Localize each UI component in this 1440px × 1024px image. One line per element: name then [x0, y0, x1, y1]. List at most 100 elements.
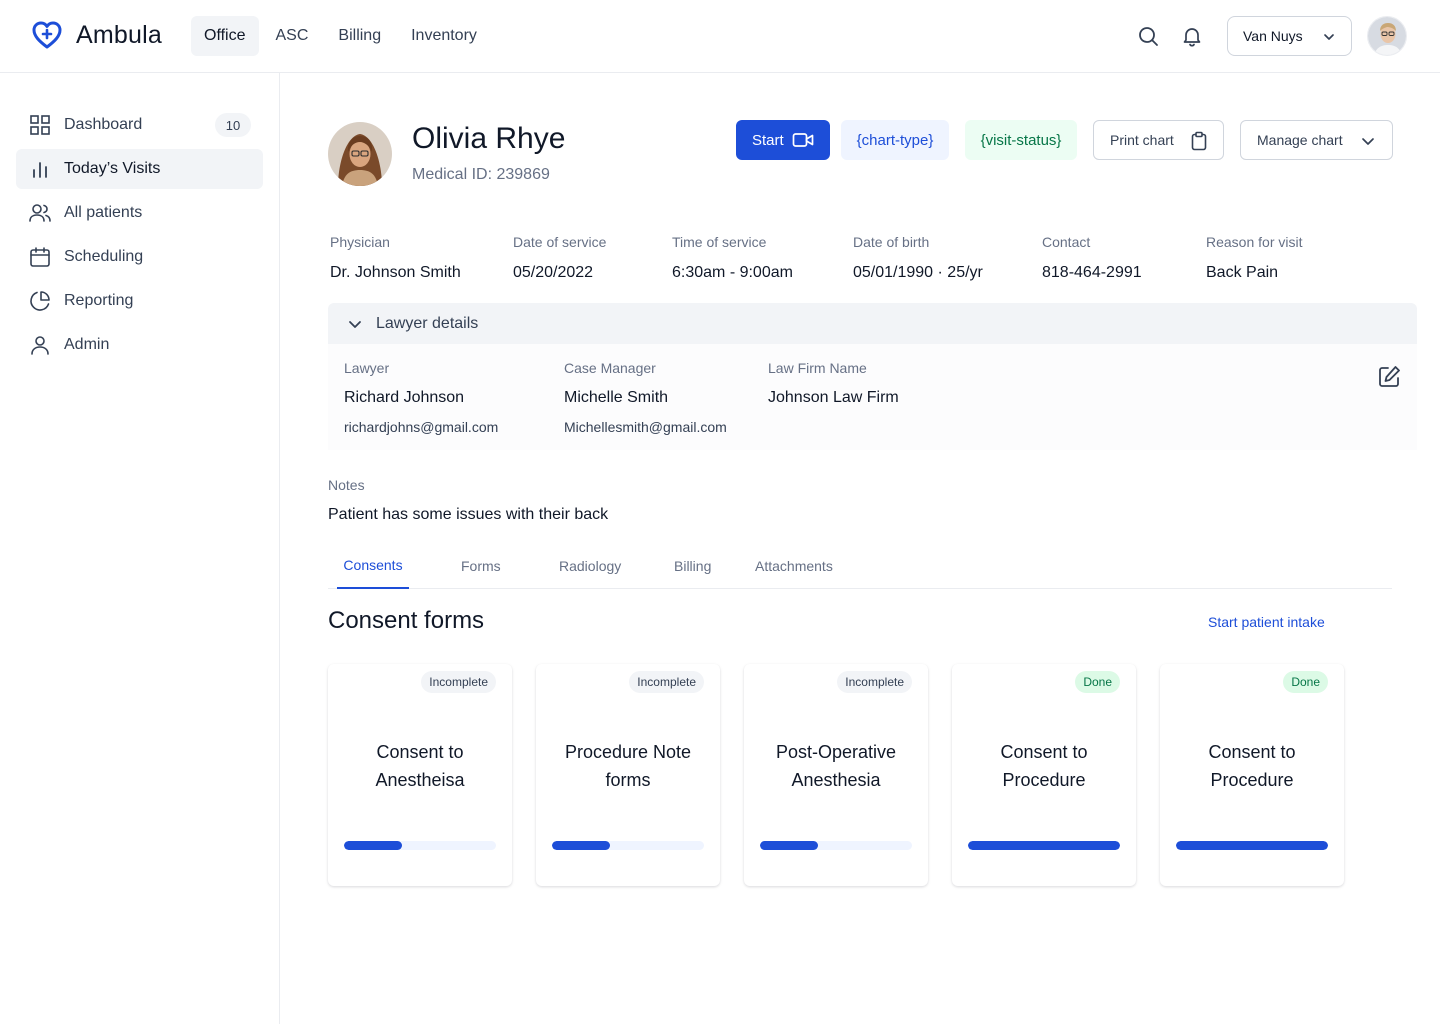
chevron-down-icon — [1324, 34, 1334, 40]
lawyer-details-panel: Lawyer Richard Johnson richardjohns@gmai… — [328, 344, 1417, 450]
info-label: Reason for visit — [1206, 234, 1303, 250]
print-chart-label: Print chart — [1110, 132, 1174, 148]
info-label: Date of birth — [853, 234, 930, 250]
sidebar-item-label: Today’s Visits — [64, 160, 161, 177]
sidebar-item-label: Reporting — [64, 292, 134, 309]
sidebar-item-todays-visits[interactable]: Today’s Visits — [16, 149, 263, 189]
lawyer-label: Lawyer — [344, 360, 390, 376]
tab-forms[interactable]: Forms — [461, 542, 501, 589]
chart-type-pill[interactable]: {chart-type} — [841, 120, 949, 160]
notes-value: Patient has some issues with their back — [328, 506, 609, 523]
progress-fill — [760, 841, 818, 850]
info-label: Date of service — [513, 234, 607, 250]
search-icon[interactable] — [1136, 24, 1160, 48]
status-badge: Incomplete — [837, 671, 912, 693]
status-badge: Done — [1283, 671, 1328, 693]
progress-fill — [552, 841, 610, 850]
sidebar-item-dashboard[interactable]: Dashboard 10 — [16, 105, 263, 145]
manage-chart-dropdown[interactable]: Manage chart — [1240, 120, 1393, 160]
edit-icon[interactable] — [1376, 364, 1402, 390]
status-badge: Done — [1075, 671, 1120, 693]
case-manager-email: Michellesmith@gmail.com — [564, 419, 727, 435]
law-firm-label: Law Firm Name — [768, 360, 867, 376]
case-manager-name: Michelle Smith — [564, 389, 669, 406]
progress-fill — [344, 841, 402, 850]
nav-asc[interactable]: ASC — [263, 16, 322, 56]
tab-billing[interactable]: Billing — [674, 542, 711, 589]
progress-fill — [968, 841, 1120, 850]
user-avatar[interactable] — [1367, 16, 1407, 56]
lawyer-info: Lawyer Richard Johnson richardjohns@gmai… — [344, 360, 498, 435]
brand-logo[interactable]: Ambula — [30, 18, 162, 52]
heart-plus-icon — [32, 21, 62, 49]
sidebar-item-admin[interactable]: Admin — [16, 325, 263, 365]
tab-consents[interactable]: Consents — [337, 542, 409, 589]
clipboard-icon — [1191, 131, 1207, 151]
sidebar-item-all-patients[interactable]: All patients — [16, 193, 263, 233]
lawyer-name: Richard Johnson — [344, 389, 465, 406]
sidebar-item-scheduling[interactable]: Scheduling — [16, 237, 263, 277]
progress-fill — [1176, 841, 1328, 850]
chevron-down-icon — [1362, 138, 1374, 145]
sidebar: Dashboard 10 Today’s Visits All patients… — [0, 73, 280, 1024]
info-time-of-service: Time of service 6:30am - 9:00am — [672, 234, 793, 282]
consent-card[interactable]: Incomplete Consent to Anestheisa — [328, 664, 512, 886]
tab-attachments[interactable]: Attachments — [755, 542, 833, 589]
info-value: 6:30am - 9:00am — [672, 264, 793, 281]
dashboard-count-badge: 10 — [215, 113, 251, 137]
consent-card[interactable]: Done Consent to Procedure — [952, 664, 1136, 886]
notes-label: Notes — [328, 477, 365, 493]
print-chart-button[interactable]: Print chart — [1093, 120, 1224, 160]
chart-tabs: Consents Forms Radiology Billing Attachm… — [328, 542, 1392, 589]
lawyer-details-title: Lawyer details — [376, 314, 479, 332]
lawyer-details-toggle[interactable]: Lawyer details — [328, 303, 1417, 344]
info-physician: Physician Dr. Johnson Smith — [330, 234, 461, 282]
consent-forms-title: Consent forms — [328, 607, 485, 634]
sidebar-item-reporting[interactable]: Reporting — [16, 281, 263, 321]
info-date-of-service: Date of service 05/20/2022 — [513, 234, 606, 282]
info-label: Physician — [330, 234, 390, 250]
location-value: Van Nuys — [1243, 28, 1303, 44]
progress-bar — [344, 841, 496, 850]
progress-bar — [968, 841, 1120, 850]
sidebar-item-label: Admin — [64, 336, 110, 353]
patient-medical-id: Medical ID: 239869 — [412, 166, 550, 183]
bell-icon[interactable] — [1180, 24, 1204, 48]
status-badge: Incomplete — [421, 671, 496, 693]
nav-inventory[interactable]: Inventory — [398, 16, 490, 56]
consent-card-title: Post-Operative Anesthesia — [775, 742, 897, 790]
sidebar-item-label: Scheduling — [64, 248, 144, 265]
main-nav: Office ASC Billing Inventory — [191, 16, 494, 56]
start-patient-intake-link[interactable]: Start patient intake — [1208, 614, 1325, 630]
bar-chart-icon — [33, 162, 47, 178]
location-select[interactable]: Van Nuys — [1227, 16, 1352, 56]
info-label: Time of service — [672, 234, 767, 250]
consent-card[interactable]: Incomplete Procedure Note forms — [536, 664, 720, 886]
top-navigation-bar: Ambula Office ASC Billing Inventory Van … — [0, 0, 1440, 73]
info-value: 05/01/1990 · 25/yr — [853, 264, 983, 281]
tab-radiology[interactable]: Radiology — [559, 542, 621, 589]
consent-card[interactable]: Incomplete Post-Operative Anesthesia — [744, 664, 928, 886]
grid-icon — [30, 115, 50, 135]
law-firm-info: Law Firm Name Johnson Law Firm — [768, 360, 899, 407]
brand-name: Ambula — [76, 20, 162, 49]
consent-card-title: Consent to Procedure — [1000, 742, 1088, 790]
patient-name: Olivia Rhye — [412, 122, 566, 155]
info-label: Contact — [1042, 234, 1091, 250]
info-date-of-birth: Date of birth 05/01/1990 · 25/yr — [853, 234, 983, 282]
users-icon — [29, 204, 51, 222]
consent-card-title: Procedure Note forms — [564, 742, 692, 790]
consent-card[interactable]: Done Consent to Procedure — [1160, 664, 1344, 886]
start-button-label: Start — [752, 131, 784, 149]
law-firm-name: Johnson Law Firm — [768, 389, 899, 406]
nav-office[interactable]: Office — [191, 16, 259, 56]
start-visit-button[interactable]: Start — [736, 120, 830, 160]
nav-billing[interactable]: Billing — [325, 16, 394, 56]
visit-status-pill[interactable]: {visit-status} — [965, 120, 1077, 160]
calendar-icon — [30, 247, 50, 267]
manage-chart-label: Manage chart — [1257, 132, 1343, 148]
info-reason-for-visit: Reason for visit Back Pain — [1206, 234, 1302, 282]
info-contact: Contact 818-464-2991 — [1042, 234, 1142, 282]
lawyer-email: richardjohns@gmail.com — [344, 419, 499, 435]
case-manager-label: Case Manager — [564, 360, 656, 376]
